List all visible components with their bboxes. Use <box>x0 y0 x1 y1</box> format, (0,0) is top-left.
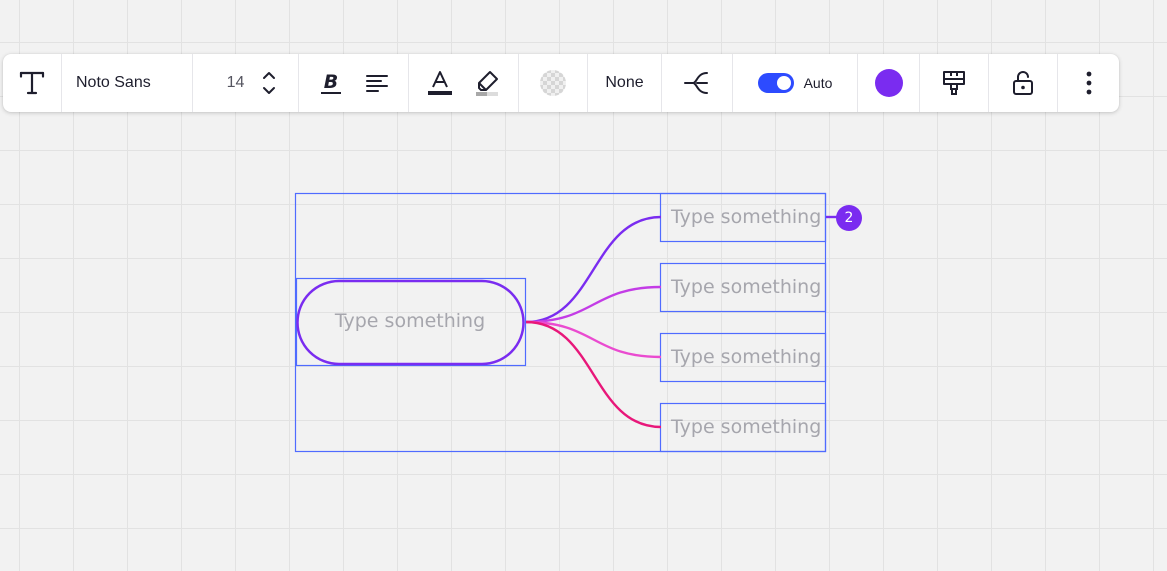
branch-1 <box>525 215 662 324</box>
more-vertical-icon[interactable] <box>1085 54 1093 112</box>
lock-cell <box>989 54 1058 112</box>
bold-icon[interactable]: B <box>318 54 344 112</box>
context-toolbar: Noto Sans 14 B None Auto <box>3 54 1119 112</box>
child-node-text-3[interactable]: Type something <box>671 346 821 368</box>
paint-brush-icon[interactable] <box>941 54 967 112</box>
font-family-select[interactable]: Noto Sans <box>62 54 193 112</box>
highlighter-icon[interactable] <box>473 54 501 112</box>
font-size-stepper <box>262 71 276 95</box>
more-cell <box>1058 54 1119 112</box>
branch-3 <box>525 320 662 359</box>
font-family-label: Noto Sans <box>76 74 151 91</box>
font-size-control: 14 <box>193 54 299 112</box>
child-node-text-2[interactable]: Type something <box>671 276 821 298</box>
font-size-value[interactable]: 14 <box>216 74 256 92</box>
child-node-text-1[interactable]: Type something <box>671 206 821 228</box>
chevron-up-icon[interactable] <box>262 71 276 80</box>
svg-text:B: B <box>324 71 338 93</box>
toggle-knob <box>776 76 791 90</box>
auto-layout-cell: Auto <box>733 54 858 112</box>
style-cell <box>920 54 989 112</box>
auto-layout-toggle-group: Auto <box>757 73 833 93</box>
unlock-icon[interactable] <box>1011 54 1035 112</box>
branch-color-cell <box>858 54 920 112</box>
align-left-icon[interactable] <box>365 54 389 112</box>
text-format-group: B <box>299 54 409 112</box>
child-node-text-4[interactable]: Type something <box>671 416 821 438</box>
border-style-label: None <box>605 74 644 91</box>
fill-color-cell <box>519 54 588 112</box>
border-style-select[interactable]: None <box>588 54 662 112</box>
text-tool-icon[interactable] <box>19 54 45 112</box>
auto-layout-label: Auto <box>803 75 833 91</box>
branch-4 <box>525 320 662 429</box>
collapse-count-badge[interactable]: 2 <box>836 205 862 231</box>
transparent-fill-icon[interactable] <box>539 54 567 112</box>
branch-2 <box>525 285 662 324</box>
branch-color-swatch[interactable] <box>874 69 903 97</box>
root-node-text[interactable]: Type something <box>296 310 524 332</box>
connector-style-icon[interactable] <box>683 54 711 112</box>
connector-style-cell <box>662 54 733 112</box>
text-tool-cell <box>3 54 62 112</box>
text-color-group <box>409 54 519 112</box>
chevron-down-icon[interactable] <box>262 86 276 95</box>
auto-layout-toggle[interactable] <box>757 73 794 93</box>
text-color-icon[interactable] <box>426 54 454 112</box>
